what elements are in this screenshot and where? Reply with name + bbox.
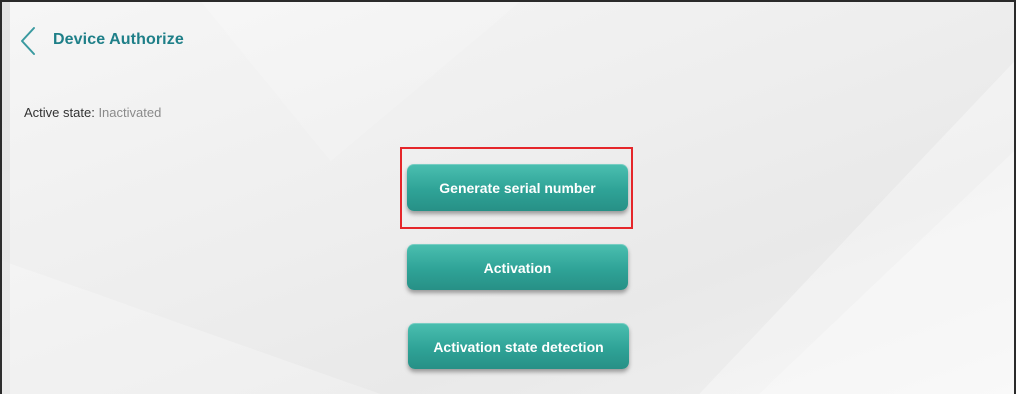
- activation-button[interactable]: Activation: [407, 244, 628, 290]
- chevron-left-icon: [21, 27, 35, 55]
- page-title: Device Authorize: [53, 31, 184, 48]
- left-edge-strip: [2, 2, 10, 394]
- activation-state-detection-button[interactable]: Activation state detection: [408, 323, 629, 369]
- back-button[interactable]: [16, 26, 42, 56]
- active-state-row: Active state: Inactivated: [24, 105, 161, 120]
- generate-serial-number-button[interactable]: Generate serial number: [407, 164, 628, 211]
- active-state-value: Inactivated: [98, 105, 162, 120]
- device-authorize-screen: Device Authorize Active state: Inactivat…: [0, 0, 1016, 394]
- active-state-label: Active state:: [24, 105, 95, 120]
